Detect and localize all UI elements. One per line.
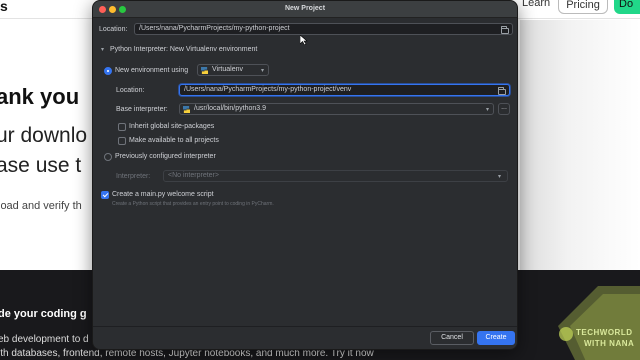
nav-pricing-link[interactable]: Pricing — [558, 0, 608, 14]
new-environment-label: New environment using — [115, 67, 189, 74]
interpreter-label: Interpreter: — [116, 173, 151, 180]
folder-icon[interactable] — [501, 26, 509, 34]
environment-tool-select[interactable]: Virtualenv ▾ — [197, 64, 269, 76]
base-interpreter-value: /usr/local/bin/python3.9 — [194, 105, 266, 112]
background-heading: ank you — [0, 84, 80, 109]
environment-tool-value: Virtualenv — [212, 66, 244, 73]
chevron-down-icon: ▾ — [498, 174, 502, 180]
welcome-script-hint: Create a Python script that provides an … — [112, 201, 274, 207]
background-shade — [520, 20, 640, 270]
create-button[interactable]: Create — [477, 331, 515, 345]
previous-interpreter-radio[interactable] — [104, 153, 112, 161]
background-subtitle-1: ur downlo — [0, 124, 88, 147]
project-location-field[interactable]: /Users/nana/PycharmProjects/my-python-pr… — [134, 23, 513, 35]
interpreter-value: <No interpreter> — [168, 172, 219, 179]
nav-learn-link[interactable]: Learn — [522, 0, 550, 9]
chevron-down-icon[interactable]: ▾ — [101, 46, 104, 53]
folder-icon[interactable] — [498, 87, 506, 95]
project-location-value: /Users/nana/PycharmProjects/my-python-pr… — [139, 25, 290, 32]
chevron-down-icon: ▾ — [486, 107, 490, 113]
inherit-site-packages-label: Inherit global site-packages — [129, 123, 215, 130]
welcome-script-label: Create a main.py welcome script — [112, 191, 214, 198]
interpreter-section-header[interactable]: Python Interpreter: New Virtualenv envir… — [110, 46, 257, 53]
venv-location-value: /Users/nana/PycharmProjects/my-python-pr… — [184, 86, 352, 93]
background-dark-heading: de your coding g — [0, 308, 87, 320]
interpreter-select[interactable]: <No interpreter> ▾ — [163, 170, 508, 182]
chevron-down-icon: ▾ — [261, 68, 265, 74]
venv-location-label: Location: — [116, 87, 145, 94]
new-environment-radio[interactable] — [104, 67, 112, 75]
welcome-script-checkbox[interactable] — [101, 191, 109, 199]
make-available-checkbox[interactable] — [118, 137, 126, 145]
base-interpreter-label: Base interpreter: — [116, 106, 168, 113]
inherit-site-packages-checkbox[interactable] — [118, 123, 126, 131]
watermark-text-1: TECHWORLD — [576, 328, 633, 337]
project-location-label: Location: — [99, 26, 128, 33]
background-small-text: load and verify th — [0, 200, 82, 212]
dialog-title: New Project — [284, 5, 326, 12]
venv-location-field[interactable]: /Users/nana/PycharmProjects/my-python-pr… — [179, 84, 510, 96]
cancel-button[interactable]: Cancel — [430, 331, 474, 345]
cursor-icon — [300, 35, 308, 45]
new-project-dialog: New Project Location: /Users/nana/Pychar… — [92, 0, 518, 350]
base-interpreter-select[interactable]: /usr/local/bin/python3.9 ▾ — [179, 103, 494, 115]
make-available-label: Make available to all projects — [129, 137, 219, 144]
background-dark-text-1: eb development to d — [0, 334, 89, 345]
python-icon — [201, 67, 208, 74]
python-icon — [183, 106, 190, 113]
dialog-footer-divider — [93, 326, 517, 327]
background-logo-fragment: s — [0, 0, 8, 14]
previous-interpreter-label: Previously configured interpreter — [115, 153, 216, 160]
watermark-logo — [548, 286, 640, 360]
nav-download-button[interactable]: Do — [614, 0, 640, 14]
dialog-titlebar: New Project — [93, 1, 517, 18]
watermark-text-2: WITH NANA — [584, 339, 635, 348]
background-subtitle-2: ase use t — [0, 154, 82, 177]
browse-interpreter-button[interactable]: ... — [498, 103, 510, 115]
